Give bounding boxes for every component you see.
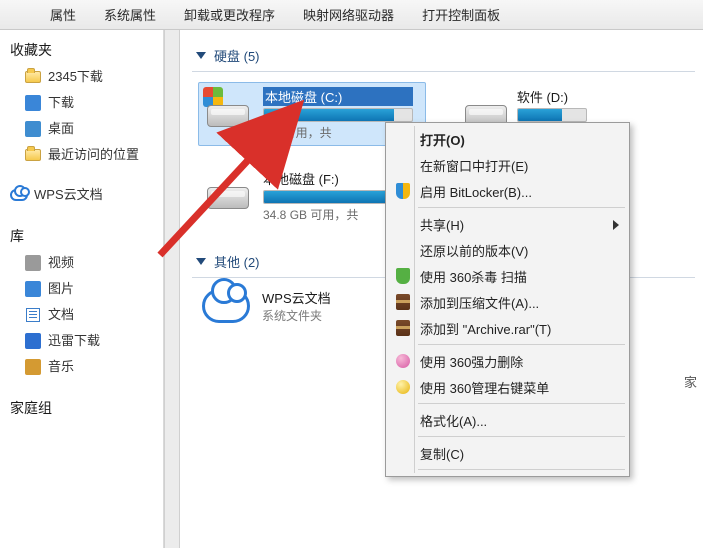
cmd-properties[interactable]: 属性 (50, 5, 76, 24)
menu-item-label: 格式化(A)... (420, 411, 487, 430)
menu-separator (418, 436, 625, 437)
menu-item[interactable]: 在新窗口中打开(E) (388, 152, 627, 178)
nav-item-xunlei[interactable]: 迅雷下载 (4, 328, 163, 354)
capacity-bar (517, 108, 587, 122)
nav-item-music[interactable]: 音乐 (4, 354, 163, 380)
nav-item-desktop[interactable]: 桌面 (4, 116, 163, 142)
homegroup-label: 家庭组 (10, 398, 52, 418)
nav-group-libraries[interactable]: 库 (4, 222, 163, 250)
nav-scrollbar[interactable] (164, 30, 180, 548)
capacity-bar (263, 108, 413, 122)
menu-item-label: 共享(H) (420, 215, 464, 234)
menu-item-label: 打开(O) (420, 130, 465, 149)
menu-item[interactable]: 使用 360杀毒 扫描 (388, 263, 627, 289)
menu-item[interactable]: 启用 BitLocker(B)... (388, 178, 627, 204)
picture-icon (24, 280, 42, 298)
rar-icon (394, 319, 412, 337)
menu-item-label: 使用 360杀毒 扫描 (420, 267, 527, 286)
section-title: 其他 (2) (214, 252, 260, 271)
menu-item-label: 使用 360强力删除 (420, 352, 523, 371)
nav-item-label: 桌面 (48, 119, 74, 139)
collapse-icon (196, 52, 206, 59)
other-item-subtitle: 系统文件夹 (262, 307, 331, 324)
nav-item-label: 文档 (48, 305, 74, 325)
nav-item-label: 音乐 (48, 357, 74, 377)
folder-icon (24, 68, 42, 86)
section-header-drives[interactable]: 硬盘 (5) (192, 42, 695, 72)
nav-item-label: 2345下载 (48, 67, 103, 87)
nav-item-documents[interactable]: 文档 (4, 302, 163, 328)
drive-icon (203, 87, 253, 129)
stray-text: 家 (684, 372, 697, 391)
menu-item[interactable]: 添加到 "Archive.rar"(T) (388, 315, 627, 341)
nav-item-label: 视频 (48, 253, 74, 273)
menu-item[interactable]: 打开(O) (388, 126, 627, 152)
xunlei-icon (24, 332, 42, 350)
favorites-label: 收藏夹 (10, 40, 52, 60)
y360-icon (394, 378, 412, 396)
menu-separator (418, 403, 625, 404)
video-icon (24, 254, 42, 272)
nav-item-recent[interactable]: 最近访问的位置 (4, 142, 163, 168)
navigation-pane: 收藏夹 2345下载 下载 桌面 最近访问的位置 WPS云文档 库 (0, 30, 164, 548)
nav-group-favorites[interactable]: 收藏夹 (4, 36, 163, 64)
windows-badge-icon (203, 87, 223, 107)
pinkball-icon (394, 352, 412, 370)
menu-item-label: 在新窗口中打开(E) (420, 156, 528, 175)
menu-item-label: 还原以前的版本(V) (420, 241, 528, 260)
menu-item[interactable]: 格式化(A)... (388, 407, 627, 433)
rar-icon (394, 293, 412, 311)
section-title: 硬盘 (5) (214, 46, 260, 65)
download-icon (24, 94, 42, 112)
cmd-control-panel[interactable]: 打开控制面板 (422, 5, 500, 24)
nav-item-downloads[interactable]: 下载 (4, 90, 163, 116)
menu-item-label: 使用 360管理右键菜单 (420, 378, 549, 397)
nav-item-videos[interactable]: 视频 (4, 250, 163, 276)
menu-separator (418, 207, 625, 208)
menu-item-label: 添加到压缩文件(A)... (420, 293, 539, 312)
cloud-icon (202, 289, 250, 323)
nav-item-label: 下载 (48, 93, 74, 113)
context-menu: 打开(O) 在新窗口中打开(E) 启用 BitLocker(B)... 共享(H) 还原… (385, 122, 630, 477)
nav-item-label: 迅雷下载 (48, 331, 100, 351)
cmd-map-drive[interactable]: 映射网络驱动器 (303, 5, 394, 24)
menu-item[interactable]: 添加到压缩文件(A)... (388, 289, 627, 315)
recent-icon (24, 146, 42, 164)
menu-item[interactable]: 复制(C) (388, 440, 627, 466)
nav-item-pictures[interactable]: 图片 (4, 276, 163, 302)
menu-separator (418, 469, 625, 470)
menu-item[interactable]: 使用 360强力删除 (388, 348, 627, 374)
shield-icon (394, 182, 412, 200)
menu-item-label: 添加到 "Archive.rar"(T) (420, 319, 551, 338)
nav-item-label: 最近访问的位置 (48, 145, 139, 165)
nav-item-2345-downloads[interactable]: 2345下载 (4, 64, 163, 90)
nav-item-label: 图片 (48, 279, 74, 299)
submenu-arrow-icon (613, 220, 619, 230)
collapse-icon (196, 258, 206, 265)
nav-group-homegroup[interactable]: 家庭组 (4, 394, 163, 422)
nav-item-label: WPS云文档 (34, 185, 103, 205)
drive-name: 本地磁盘 (C:) (263, 87, 413, 106)
cmd-uninstall[interactable]: 卸载或更改程序 (184, 5, 275, 24)
menu-item[interactable]: 使用 360管理右键菜单 (388, 374, 627, 400)
menu-item-label: 复制(C) (420, 444, 464, 463)
music-icon (24, 358, 42, 376)
desktop-icon (24, 120, 42, 138)
libraries-label: 库 (10, 226, 24, 246)
menu-separator (418, 344, 625, 345)
menu-item[interactable]: 共享(H) (388, 211, 627, 237)
other-item-name: WPS云文档 (262, 288, 331, 307)
menu-item[interactable]: 还原以前的版本(V) (388, 237, 627, 263)
nav-item-wps-cloud[interactable]: WPS云文档 (4, 182, 163, 208)
cmd-system-properties[interactable]: 系统属性 (104, 5, 156, 24)
command-bar: 属性 系统属性 卸载或更改程序 映射网络驱动器 打开控制面板 (0, 0, 703, 30)
menu-item-label: 启用 BitLocker(B)... (420, 182, 532, 201)
gshield-icon (394, 267, 412, 285)
drive-name: 软件 (D:) (517, 87, 581, 106)
drive-icon (203, 169, 253, 211)
cloud-icon (10, 186, 28, 204)
document-icon (24, 306, 42, 324)
